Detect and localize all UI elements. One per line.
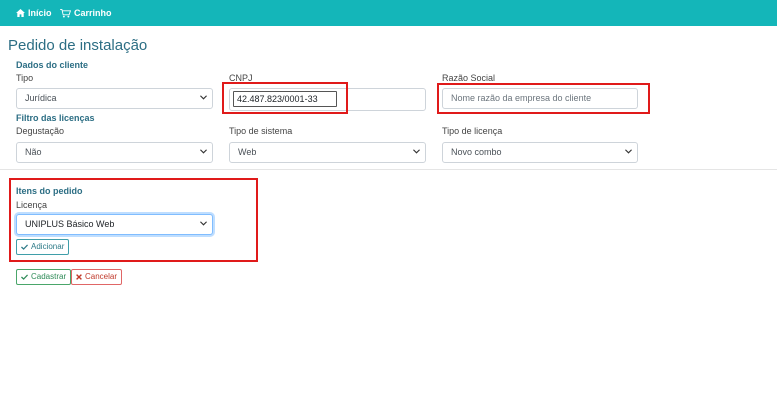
license-type-value: Novo combo: [451, 147, 502, 157]
chevron-down-icon: [200, 149, 207, 154]
customer-type-value: Jurídica: [25, 93, 57, 103]
page-title: Pedido de instalação: [8, 37, 148, 54]
cnpj-highlight-box: [222, 82, 348, 114]
trial-value: Não: [25, 147, 42, 157]
save-button[interactable]: Cadastrar: [16, 269, 72, 285]
nav-home-link[interactable]: Início: [16, 0, 52, 26]
nav-home-label: Início: [28, 8, 52, 18]
cancel-label: Cancelar: [85, 272, 118, 281]
trial-select[interactable]: Não: [16, 142, 213, 163]
company-name-label: Razão Social: [442, 73, 496, 83]
chevron-down-icon: [200, 95, 207, 100]
section-divider: [0, 169, 777, 170]
close-icon: [76, 274, 82, 280]
system-type-value: Web: [238, 147, 257, 157]
company-highlight-box: [437, 83, 650, 114]
save-label: Cadastrar: [31, 272, 67, 281]
system-type-label: Tipo de sistema: [229, 126, 293, 136]
system-type-select[interactable]: Web: [229, 142, 426, 163]
check-icon: [21, 274, 28, 280]
chevron-down-icon: [625, 149, 632, 154]
license-type-select[interactable]: Novo combo: [442, 142, 638, 163]
customer-section-title: Dados do cliente: [16, 60, 89, 70]
home-icon: [16, 9, 25, 17]
customer-type-label: Tipo: [16, 73, 34, 83]
customer-type-select[interactable]: Jurídica: [16, 88, 213, 109]
cancel-button[interactable]: Cancelar: [71, 269, 123, 285]
license-type-label: Tipo de licença: [442, 126, 503, 136]
chevron-down-icon: [413, 149, 420, 154]
order-items-highlight-box: [9, 178, 258, 262]
nav-cart-label: Carrinho: [74, 8, 112, 18]
nav-cart-link[interactable]: Carrinho: [60, 0, 112, 26]
trial-label: Degustação: [16, 126, 65, 136]
filter-section-title: Filtro das licenças: [16, 113, 95, 123]
top-navbar: Início Carrinho: [0, 0, 777, 26]
cart-icon: [60, 8, 71, 18]
